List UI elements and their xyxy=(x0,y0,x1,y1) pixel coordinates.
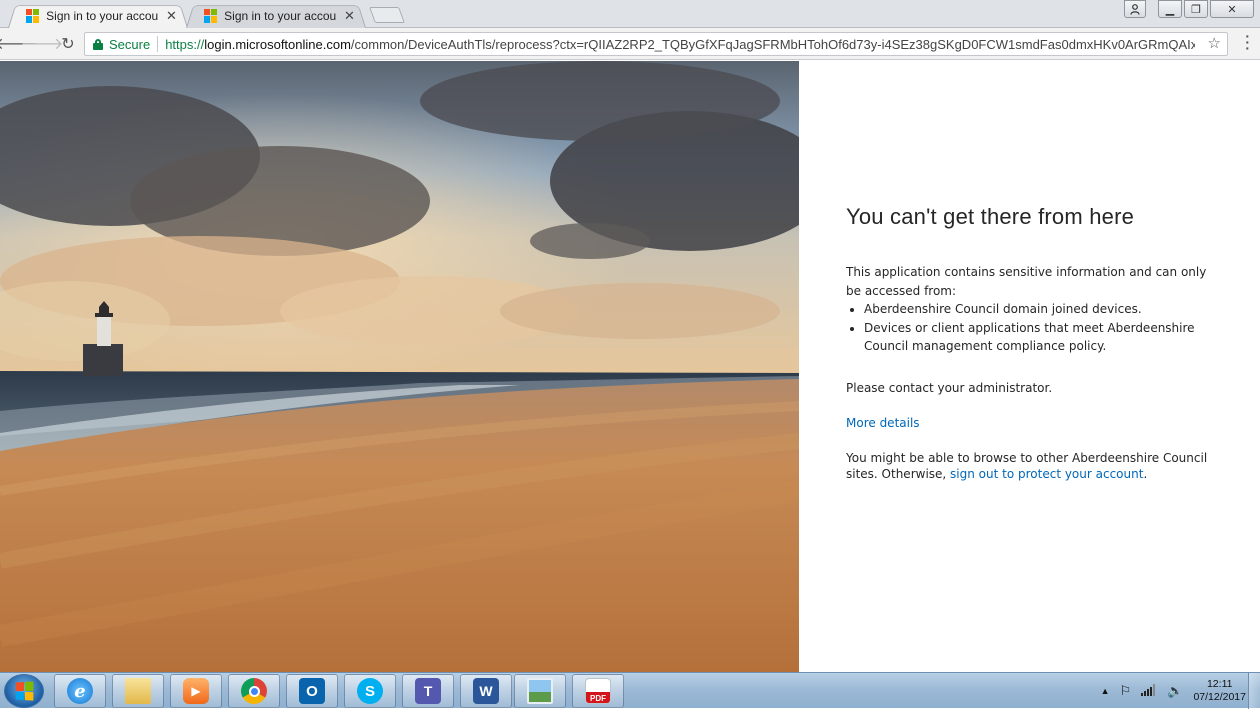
browser-tab-strip: Sign in to your account ✕ Sign in to you… xyxy=(0,0,1260,29)
volume-icon[interactable]: 🔈 xyxy=(1167,683,1183,699)
bookmark-star-icon[interactable]: ☆ xyxy=(1208,34,1221,52)
sign-out-link[interactable]: sign out to protect your account xyxy=(950,467,1143,481)
taskbar-chrome[interactable] xyxy=(228,674,280,708)
secure-label: Secure xyxy=(109,36,151,52)
error-message: This application contains sensitive info… xyxy=(846,263,1218,356)
user-profile-icon[interactable] xyxy=(1124,0,1146,18)
windows-logo-icon xyxy=(15,681,34,701)
requirements-list: Aberdeenshire Council domain joined devi… xyxy=(864,300,1218,356)
skype-icon: S xyxy=(357,678,383,704)
microsoft-logo-icon xyxy=(26,8,40,23)
restore-icon[interactable]: ❐ xyxy=(1184,0,1208,18)
address-bar[interactable]: Secure https://login.microsoftonline.com… xyxy=(84,32,1228,56)
outlook-icon: O xyxy=(299,678,325,704)
action-center-icon[interactable]: ⚐ xyxy=(1120,683,1132,699)
taskbar-teams[interactable]: T xyxy=(402,674,454,708)
show-desktop-button[interactable] xyxy=(1248,673,1260,709)
lock-icon xyxy=(93,38,103,50)
clock-date: 07/12/2017 xyxy=(1193,691,1246,703)
photo-viewer-icon xyxy=(527,678,553,704)
background-illustration-lighthouse-beach xyxy=(0,61,799,672)
close-tab-icon[interactable]: ✕ xyxy=(165,8,178,24)
contact-admin-text: Please contact your administrator. xyxy=(846,381,1053,395)
tab-sign-in-active[interactable]: Sign in to your account ✕ xyxy=(8,3,188,29)
microsoft-logo-icon xyxy=(204,8,218,23)
more-details-link[interactable]: More details xyxy=(846,416,920,430)
taskbar-file-explorer[interactable] xyxy=(112,674,164,708)
network-signal-icon[interactable] xyxy=(1141,683,1157,699)
clock-time: 12:11 xyxy=(1206,678,1233,690)
taskbar-pdf-reader[interactable]: PDF xyxy=(572,674,624,708)
page-content: You can't get there from here This appli… xyxy=(0,61,1260,672)
taskbar-internet-explorer[interactable]: e xyxy=(54,674,106,708)
show-hidden-icons-icon[interactable]: ▲ xyxy=(1101,686,1110,696)
tab-title: Sign in to your account xyxy=(46,8,159,23)
error-heading: You can't get there from here xyxy=(846,204,1135,229)
close-window-icon[interactable]: ✕ xyxy=(1210,0,1254,18)
url-text[interactable]: https://login.microsoftonline.com/common… xyxy=(165,37,1195,52)
new-tab-button[interactable] xyxy=(369,7,405,23)
window-controls: ▁ ❐ ✕ xyxy=(1124,0,1254,18)
requirement-item: Aberdeenshire Council domain joined devi… xyxy=(864,300,1218,319)
word-icon: W xyxy=(473,678,499,704)
minimize-icon[interactable]: ▁ xyxy=(1158,0,1182,18)
intro-text: This application contains sensitive info… xyxy=(846,265,1207,298)
start-button[interactable] xyxy=(4,674,44,708)
internet-explorer-icon: e xyxy=(67,678,93,704)
windows-taskbar: e ▶ O S T W PDF ▲ ⚐ 🔈 12:11 07/12/2017 xyxy=(0,672,1260,709)
reload-icon[interactable]: ↻ xyxy=(55,31,81,57)
taskbar-media-player[interactable]: ▶ xyxy=(170,674,222,708)
media-player-icon: ▶ xyxy=(183,678,209,704)
taskbar-skype[interactable]: S xyxy=(344,674,396,708)
system-tray: ▲ ⚐ 🔈 12:11 07/12/2017 xyxy=(1101,673,1246,709)
browse-other-sites-text: You might be able to browse to other Abe… xyxy=(846,451,1208,481)
pdf-icon: PDF xyxy=(585,678,611,704)
chrome-icon xyxy=(241,678,267,704)
requirement-item: Devices or client applications that meet… xyxy=(864,319,1218,356)
browser-toolbar: 🡐 🡒 ↻ Secure https://login.microsoftonli… xyxy=(0,28,1260,60)
folder-icon xyxy=(125,678,151,704)
divider xyxy=(157,36,159,52)
taskbar-outlook[interactable]: O xyxy=(286,674,338,708)
chrome-menu-icon[interactable]: · · · xyxy=(1245,29,1250,55)
close-tab-icon[interactable]: ✕ xyxy=(343,8,356,24)
taskbar-word[interactable]: W xyxy=(460,674,512,708)
tab-sign-in-inactive[interactable]: Sign in to your account ✕ xyxy=(186,3,366,29)
forward-arrow-icon[interactable]: 🡒 xyxy=(21,31,64,57)
teams-icon: T xyxy=(415,678,441,704)
taskbar-photo-viewer[interactable] xyxy=(514,674,566,708)
tab-title: Sign in to your account xyxy=(224,8,337,23)
clock[interactable]: 12:11 07/12/2017 xyxy=(1193,678,1246,704)
